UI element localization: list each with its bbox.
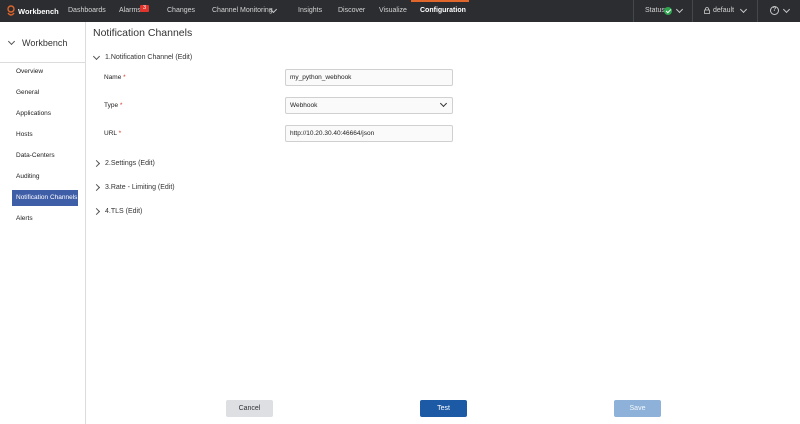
sidebar-collapse-chevron-icon[interactable] bbox=[7, 37, 16, 46]
nav-alarms[interactable]: Alarms bbox=[119, 7, 141, 14]
required-marker: * bbox=[119, 102, 123, 109]
name-input[interactable] bbox=[285, 69, 453, 86]
sidebar-item-overview[interactable]: Overview bbox=[12, 64, 78, 80]
section-label[interactable]: 4.TLS (Edit) bbox=[105, 208, 142, 215]
name-label: Name * bbox=[104, 74, 126, 81]
chevron-right-icon[interactable] bbox=[92, 159, 101, 168]
page-title: Notification Channels bbox=[93, 27, 193, 39]
section-label[interactable]: 2.Settings (Edit) bbox=[105, 160, 155, 167]
url-input[interactable] bbox=[285, 125, 453, 142]
profile-chevron-down-icon[interactable] bbox=[739, 5, 748, 14]
status-ok-icon bbox=[664, 7, 672, 15]
sidebar-item-general[interactable]: General bbox=[12, 85, 78, 101]
url-label: URL * bbox=[104, 130, 121, 137]
nav-dashboards[interactable]: Dashboards bbox=[68, 7, 106, 14]
cancel-button[interactable]: Cancel bbox=[226, 400, 273, 417]
profile-selector[interactable]: default bbox=[713, 7, 734, 14]
nav-discover[interactable]: Discover bbox=[338, 7, 365, 14]
type-label-text: Type bbox=[104, 102, 119, 109]
workbench-logo-icon bbox=[7, 5, 15, 16]
nav-divider bbox=[633, 0, 634, 22]
nav-channel-monitoring[interactable]: Channel Monitoring bbox=[212, 7, 273, 14]
nav-visualize[interactable]: Visualize bbox=[379, 7, 407, 14]
sidebar-item-hosts[interactable]: Hosts bbox=[12, 127, 78, 143]
required-marker: * bbox=[123, 74, 126, 81]
active-nav-indicator bbox=[411, 0, 469, 2]
profile-lock-icon bbox=[704, 7, 710, 14]
chevron-right-icon[interactable] bbox=[92, 207, 101, 216]
sidebar-header[interactable]: Workbench bbox=[0, 30, 86, 58]
nav-changes[interactable]: Changes bbox=[167, 7, 195, 14]
sidebar-item-applications[interactable]: Applications bbox=[12, 106, 78, 122]
help-chevron-down-icon[interactable] bbox=[782, 5, 791, 14]
chevron-right-icon[interactable] bbox=[92, 183, 101, 192]
chevron-down-icon[interactable] bbox=[92, 52, 101, 61]
name-label-text: Name bbox=[104, 74, 122, 81]
sidebar-item-data-centers[interactable]: Data-Centers bbox=[12, 148, 78, 164]
nav-configuration[interactable]: Configuration bbox=[420, 7, 466, 14]
status-label[interactable]: Status bbox=[645, 7, 665, 14]
nav-insights[interactable]: Insights bbox=[298, 7, 322, 14]
nav-divider bbox=[692, 0, 693, 22]
sidebar-item-auditing[interactable]: Auditing bbox=[12, 169, 78, 185]
section-label[interactable]: 3.Rate - Limiting (Edit) bbox=[105, 184, 175, 191]
type-label: Type * bbox=[104, 102, 122, 109]
alarms-count-badge: 3 bbox=[140, 5, 149, 12]
type-select[interactable]: Webhook bbox=[285, 97, 453, 114]
section-label[interactable]: 1.Notification Channel (Edit) bbox=[105, 54, 192, 61]
top-nav-bar: Workbench Dashboards Alarms 3 Changes Ch… bbox=[0, 0, 800, 22]
sidebar-divider bbox=[0, 62, 86, 63]
url-label-text: URL bbox=[104, 130, 117, 137]
required-marker: * bbox=[118, 130, 122, 137]
test-button[interactable]: Test bbox=[420, 400, 467, 417]
nav-divider bbox=[757, 0, 758, 22]
sidebar-item-notification-channels[interactable]: Notification Channels bbox=[12, 190, 78, 206]
sidebar: Workbench Overview General Applications … bbox=[0, 22, 86, 424]
app-title[interactable]: Workbench bbox=[18, 7, 59, 16]
status-chevron-down-icon[interactable] bbox=[675, 5, 684, 14]
help-icon[interactable]: ? bbox=[770, 6, 779, 15]
sidebar-item-alerts[interactable]: Alerts bbox=[12, 211, 78, 227]
sidebar-title: Workbench bbox=[22, 38, 68, 48]
save-button[interactable]: Save bbox=[614, 400, 661, 417]
